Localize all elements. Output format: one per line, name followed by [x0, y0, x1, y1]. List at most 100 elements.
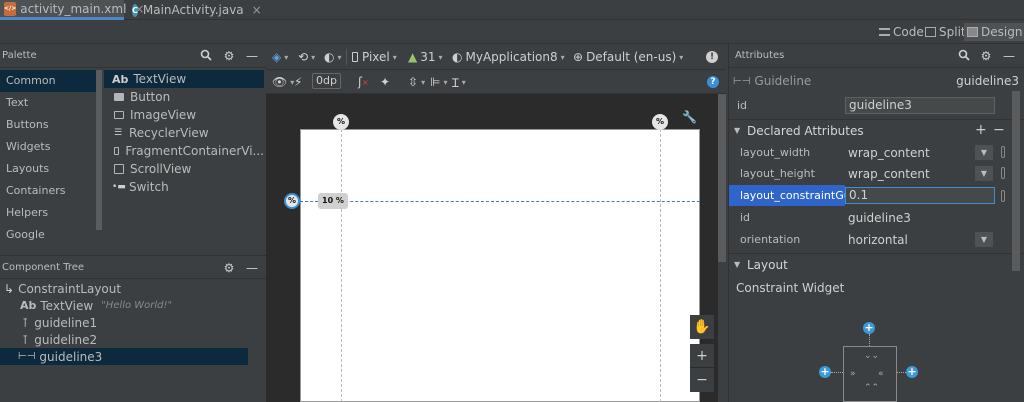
resource-picker-icon[interactable]: [1001, 167, 1005, 179]
guidelines-icon[interactable]: Ɪ ▾: [452, 73, 466, 91]
minimize-icon[interactable]: —: [1002, 49, 1016, 63]
wrench-icon[interactable]: 🔧: [682, 110, 697, 124]
minimize-icon[interactable]: —: [245, 49, 259, 63]
design-mode-button[interactable]: Design: [964, 23, 1024, 41]
clear-constraints-icon[interactable]: ʃ ×: [358, 73, 369, 91]
resource-picker-icon[interactable]: [1001, 146, 1005, 158]
constraint-widget[interactable]: ⌄⌄ » « ⌃⌃: [843, 346, 897, 402]
attribute-value[interactable]: wrap_content: [848, 167, 930, 181]
zoom-in-button[interactable]: +: [690, 344, 714, 368]
layers-icon[interactable]: ◈ ▾: [272, 48, 288, 66]
attributes-scrollbar[interactable]: [1012, 91, 1020, 271]
guideline-percent-badge-selected[interactable]: %: [284, 193, 300, 209]
chevron-up-icon: ⌃⌃: [864, 383, 880, 393]
tree-item-textview[interactable]: Ab TextView "Hello World!": [0, 297, 248, 314]
tree-item-constraintlayout[interactable]: ↳ ConstraintLayout: [0, 280, 248, 297]
tab-activity-main-xml[interactable]: </> activity_main.xml ×: [0, 0, 144, 20]
attributes-header: Attributes ⚙ —: [729, 44, 1024, 68]
resource-picker-icon[interactable]: [1001, 190, 1005, 202]
default-margin-field[interactable]: 0dp: [312, 73, 341, 89]
gear-icon[interactable]: ⚙: [222, 261, 236, 275]
palette-item-button[interactable]: Button: [104, 88, 264, 106]
add-left-constraint-button[interactable]: +: [819, 366, 831, 378]
chevron-down-icon[interactable]: ▼: [975, 145, 993, 160]
palette-scrollbar[interactable]: [96, 70, 102, 230]
palette-item-switch[interactable]: •▬ Switch: [104, 178, 264, 196]
gear-icon[interactable]: ⚙: [222, 49, 236, 63]
id-input[interactable]: guideline3: [845, 97, 995, 114]
device-screen-preview[interactable]: [300, 129, 700, 402]
view-options-eye-icon[interactable]: 👁 ▾: [272, 73, 294, 91]
search-icon[interactable]: [957, 49, 971, 63]
chevron-down-icon[interactable]: ▼: [975, 166, 993, 181]
guideline-percent-badge[interactable]: %: [652, 114, 668, 130]
guide-percent-input[interactable]: 0.1: [845, 187, 995, 204]
tree-item-guideline3[interactable]: ⊢⊣ guideline3: [0, 348, 248, 365]
search-icon[interactable]: [199, 49, 213, 63]
android-icon: ▲: [408, 50, 418, 64]
guideline-percent-badge[interactable]: %: [333, 114, 349, 130]
declared-attributes-section[interactable]: ▼ Declared Attributes + −: [729, 119, 1024, 141]
minimize-icon[interactable]: —: [245, 261, 259, 275]
layout-section[interactable]: ▼ Layout: [729, 253, 1024, 275]
remove-attribute-button[interactable]: −: [993, 122, 1005, 138]
pack-icon[interactable]: ⇳ ▾: [408, 73, 425, 91]
add-right-constraint-button[interactable]: +: [906, 366, 918, 378]
attribute-value[interactable]: guideline3: [848, 211, 911, 225]
warning-icon[interactable]: !: [706, 48, 718, 66]
night-mode-icon[interactable]: ◐ ▾: [324, 48, 342, 66]
palette-item-fragmentcontainerview[interactable]: FragmentContainerVi...: [104, 142, 264, 160]
palette-category-google[interactable]: Google: [0, 224, 96, 246]
component-tree-header: Component Tree ⚙ —: [0, 255, 266, 279]
device-selector[interactable]: Pixel ▾: [352, 48, 397, 66]
add-top-constraint-button[interactable]: +: [863, 322, 875, 334]
palette-category-buttons[interactable]: Buttons: [0, 114, 96, 136]
textview-ab-icon: Ab: [112, 72, 129, 86]
add-attribute-button[interactable]: +: [975, 122, 987, 138]
palette-item-textview[interactable]: Ab TextView: [104, 70, 264, 88]
tree-item-guideline1[interactable]: ⊺ guideline1: [0, 314, 248, 331]
design-view-icon: [967, 27, 978, 37]
palette-category-helpers[interactable]: Helpers: [0, 202, 96, 224]
api-level-selector[interactable]: ▲ 31 ▾: [408, 48, 443, 66]
gear-icon[interactable]: ⚙: [979, 49, 993, 63]
attribute-value[interactable]: wrap_content: [848, 146, 930, 160]
locale-selector[interactable]: ⊕ Default (en-us) ▾: [573, 48, 683, 66]
close-icon[interactable]: ×: [252, 3, 262, 17]
component-type: Guideline: [754, 74, 812, 88]
zoom-out-button[interactable]: −: [690, 368, 714, 392]
orientation-icon[interactable]: ⟲ ▾: [298, 48, 315, 66]
attribute-value[interactable]: horizontal: [848, 233, 908, 247]
palette-item-scrollview[interactable]: ScrollView: [104, 160, 264, 178]
design-mode-label: Design: [981, 25, 1023, 39]
split-mode-button[interactable]: Split: [922, 23, 969, 41]
vertical-guideline[interactable]: [660, 129, 661, 402]
align-icon[interactable]: ⊫ ▾: [430, 73, 447, 91]
palette-category-common[interactable]: Common: [0, 70, 96, 92]
infer-constraints-icon[interactable]: ✦: [380, 73, 390, 91]
java-class-icon: C: [132, 3, 138, 17]
palette-category-layouts[interactable]: Layouts: [0, 158, 96, 180]
autoconnect-icon[interactable]: ⚡: [294, 73, 302, 91]
component-tree-title: Component Tree: [2, 262, 85, 273]
constraint-connector: [869, 334, 870, 346]
help-icon[interactable]: ?: [707, 73, 719, 91]
pan-hand-icon[interactable]: ✋: [690, 315, 714, 339]
canvas-scrollbar[interactable]: [718, 94, 726, 262]
vertical-guideline-icon: ⊺: [22, 315, 29, 330]
textview-ab-icon: Ab: [20, 299, 37, 312]
palette-category-text[interactable]: Text: [0, 92, 96, 114]
vertical-guideline[interactable]: [341, 129, 342, 402]
palette-category-widgets[interactable]: Widgets: [0, 136, 96, 158]
palette-item-imageview[interactable]: ImageView: [104, 106, 264, 124]
split-mode-label: Split: [939, 25, 966, 39]
horizontal-guideline-selected[interactable]: [300, 201, 700, 202]
tree-item-guideline2[interactable]: ⊺ guideline2: [0, 331, 248, 348]
code-mode-button[interactable]: Code: [876, 23, 927, 41]
tab-main-activity-java[interactable]: C MainActivity.java ×: [128, 0, 262, 20]
palette-category-containers[interactable]: Containers: [0, 180, 96, 202]
palette-item-label: ImageView: [130, 108, 197, 122]
chevron-down-icon[interactable]: ▼: [975, 232, 993, 247]
theme-selector[interactable]: ◐ MyApplication8 ▾: [452, 48, 565, 66]
palette-item-recyclerview[interactable]: ☰ RecyclerView: [104, 124, 264, 142]
